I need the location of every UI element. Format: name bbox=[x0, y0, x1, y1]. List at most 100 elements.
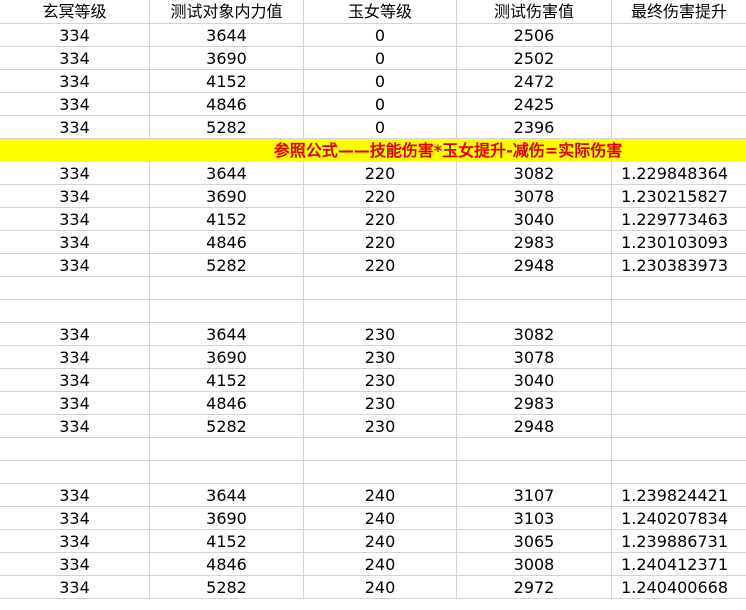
table-cell[interactable]: 2983 bbox=[457, 231, 612, 254]
table-cell[interactable]: 334 bbox=[0, 323, 150, 346]
table-cell[interactable]: 1.229773463 bbox=[612, 208, 746, 231]
table-cell[interactable]: 2948 bbox=[457, 415, 612, 438]
table-cell[interactable]: 334 bbox=[0, 70, 150, 93]
table-cell[interactable]: 334 bbox=[0, 530, 150, 553]
table-cell[interactable]: 4846 bbox=[150, 93, 304, 116]
table-cell[interactable]: 2425 bbox=[457, 93, 612, 116]
formula-row[interactable]: 参照公式——技能伤害*玉女提升-减伤=实际伤害 bbox=[0, 139, 746, 162]
table-cell[interactable] bbox=[612, 369, 746, 392]
table-cell[interactable]: 2506 bbox=[457, 24, 612, 47]
table-cell[interactable]: 5282 bbox=[150, 576, 304, 599]
table-cell[interactable]: 334 bbox=[0, 185, 150, 208]
table-cell[interactable]: 3040 bbox=[457, 208, 612, 231]
table-cell[interactable]: 2472 bbox=[457, 70, 612, 93]
table-cell[interactable] bbox=[612, 415, 746, 438]
table-cell[interactable]: 3690 bbox=[150, 507, 304, 530]
table-cell[interactable]: 0 bbox=[304, 24, 457, 47]
empty-cell[interactable] bbox=[0, 461, 150, 484]
table-cell[interactable]: 4152 bbox=[150, 208, 304, 231]
table-cell[interactable] bbox=[612, 392, 746, 415]
table-cell[interactable]: 334 bbox=[0, 162, 150, 185]
table-cell[interactable]: 3082 bbox=[457, 162, 612, 185]
table-cell[interactable]: 240 bbox=[304, 484, 457, 507]
table-cell[interactable]: 220 bbox=[304, 254, 457, 277]
table-cell[interactable]: 334 bbox=[0, 484, 150, 507]
table-cell[interactable]: 230 bbox=[304, 346, 457, 369]
table-cell[interactable]: 5282 bbox=[150, 116, 304, 139]
table-cell[interactable]: 3644 bbox=[150, 484, 304, 507]
table-cell[interactable]: 0 bbox=[304, 93, 457, 116]
empty-cell[interactable] bbox=[457, 438, 612, 461]
empty-cell[interactable] bbox=[304, 300, 457, 323]
table-cell[interactable]: 3082 bbox=[457, 323, 612, 346]
table-cell[interactable]: 1.239824421 bbox=[612, 484, 746, 507]
table-cell[interactable]: 4846 bbox=[150, 392, 304, 415]
table-cell[interactable]: 2972 bbox=[457, 576, 612, 599]
table-cell[interactable]: 3065 bbox=[457, 530, 612, 553]
table-cell[interactable]: 240 bbox=[304, 507, 457, 530]
table-cell[interactable]: 334 bbox=[0, 346, 150, 369]
empty-cell[interactable] bbox=[612, 277, 746, 300]
empty-cell[interactable] bbox=[457, 277, 612, 300]
empty-cell[interactable] bbox=[612, 461, 746, 484]
table-cell[interactable] bbox=[612, 93, 746, 116]
table-cell[interactable]: 220 bbox=[304, 162, 457, 185]
table-cell[interactable]: 5282 bbox=[150, 415, 304, 438]
table-cell[interactable]: 3690 bbox=[150, 185, 304, 208]
table-cell[interactable] bbox=[612, 24, 746, 47]
table-cell[interactable] bbox=[612, 323, 746, 346]
table-cell[interactable]: 1.240400668 bbox=[612, 576, 746, 599]
table-cell[interactable]: 334 bbox=[0, 47, 150, 70]
empty-cell[interactable] bbox=[0, 300, 150, 323]
table-cell[interactable]: 2502 bbox=[457, 47, 612, 70]
table-cell[interactable]: 2983 bbox=[457, 392, 612, 415]
table-cell[interactable]: 230 bbox=[304, 369, 457, 392]
table-cell[interactable]: 334 bbox=[0, 116, 150, 139]
table-cell[interactable]: 3008 bbox=[457, 553, 612, 576]
table-cell[interactable]: 5282 bbox=[150, 254, 304, 277]
table-cell[interactable]: 334 bbox=[0, 254, 150, 277]
empty-cell[interactable] bbox=[0, 277, 150, 300]
table-cell[interactable]: 3040 bbox=[457, 369, 612, 392]
table-cell[interactable]: 3644 bbox=[150, 323, 304, 346]
table-cell[interactable]: 230 bbox=[304, 415, 457, 438]
empty-cell[interactable] bbox=[150, 438, 304, 461]
empty-cell[interactable] bbox=[457, 461, 612, 484]
table-cell[interactable]: 1.230383973 bbox=[612, 254, 746, 277]
empty-cell[interactable] bbox=[150, 277, 304, 300]
table-cell[interactable]: 334 bbox=[0, 93, 150, 116]
table-cell[interactable]: 334 bbox=[0, 392, 150, 415]
table-cell[interactable]: 1.229848364 bbox=[612, 162, 746, 185]
table-cell[interactable]: 334 bbox=[0, 369, 150, 392]
empty-cell[interactable] bbox=[0, 438, 150, 461]
table-cell[interactable]: 1.230215827 bbox=[612, 185, 746, 208]
empty-cell[interactable] bbox=[304, 277, 457, 300]
table-cell[interactable]: 334 bbox=[0, 208, 150, 231]
table-cell[interactable]: 0 bbox=[304, 116, 457, 139]
empty-cell[interactable] bbox=[612, 300, 746, 323]
table-cell[interactable]: 230 bbox=[304, 392, 457, 415]
empty-cell[interactable] bbox=[304, 438, 457, 461]
table-cell[interactable]: 4152 bbox=[150, 70, 304, 93]
table-cell[interactable]: 1.239886731 bbox=[612, 530, 746, 553]
table-cell[interactable]: 334 bbox=[0, 415, 150, 438]
header-cell[interactable]: 测试对象内力值 bbox=[150, 0, 304, 24]
header-cell[interactable]: 玉女等级 bbox=[304, 0, 457, 24]
table-cell[interactable]: 4846 bbox=[150, 231, 304, 254]
empty-cell[interactable] bbox=[150, 461, 304, 484]
table-cell[interactable]: 334 bbox=[0, 576, 150, 599]
table-cell[interactable]: 3103 bbox=[457, 507, 612, 530]
table-cell[interactable] bbox=[612, 116, 746, 139]
table-cell[interactable]: 240 bbox=[304, 530, 457, 553]
table-cell[interactable]: 3078 bbox=[457, 185, 612, 208]
table-cell[interactable]: 334 bbox=[0, 507, 150, 530]
table-cell[interactable] bbox=[612, 346, 746, 369]
table-cell[interactable]: 1.240412371 bbox=[612, 553, 746, 576]
table-cell[interactable]: 3690 bbox=[150, 47, 304, 70]
table-cell[interactable]: 3644 bbox=[150, 162, 304, 185]
table-cell[interactable]: 240 bbox=[304, 576, 457, 599]
table-cell[interactable] bbox=[612, 47, 746, 70]
table-cell[interactable]: 0 bbox=[304, 47, 457, 70]
header-cell[interactable]: 最终伤害提升 bbox=[612, 0, 746, 24]
empty-cell[interactable] bbox=[150, 300, 304, 323]
